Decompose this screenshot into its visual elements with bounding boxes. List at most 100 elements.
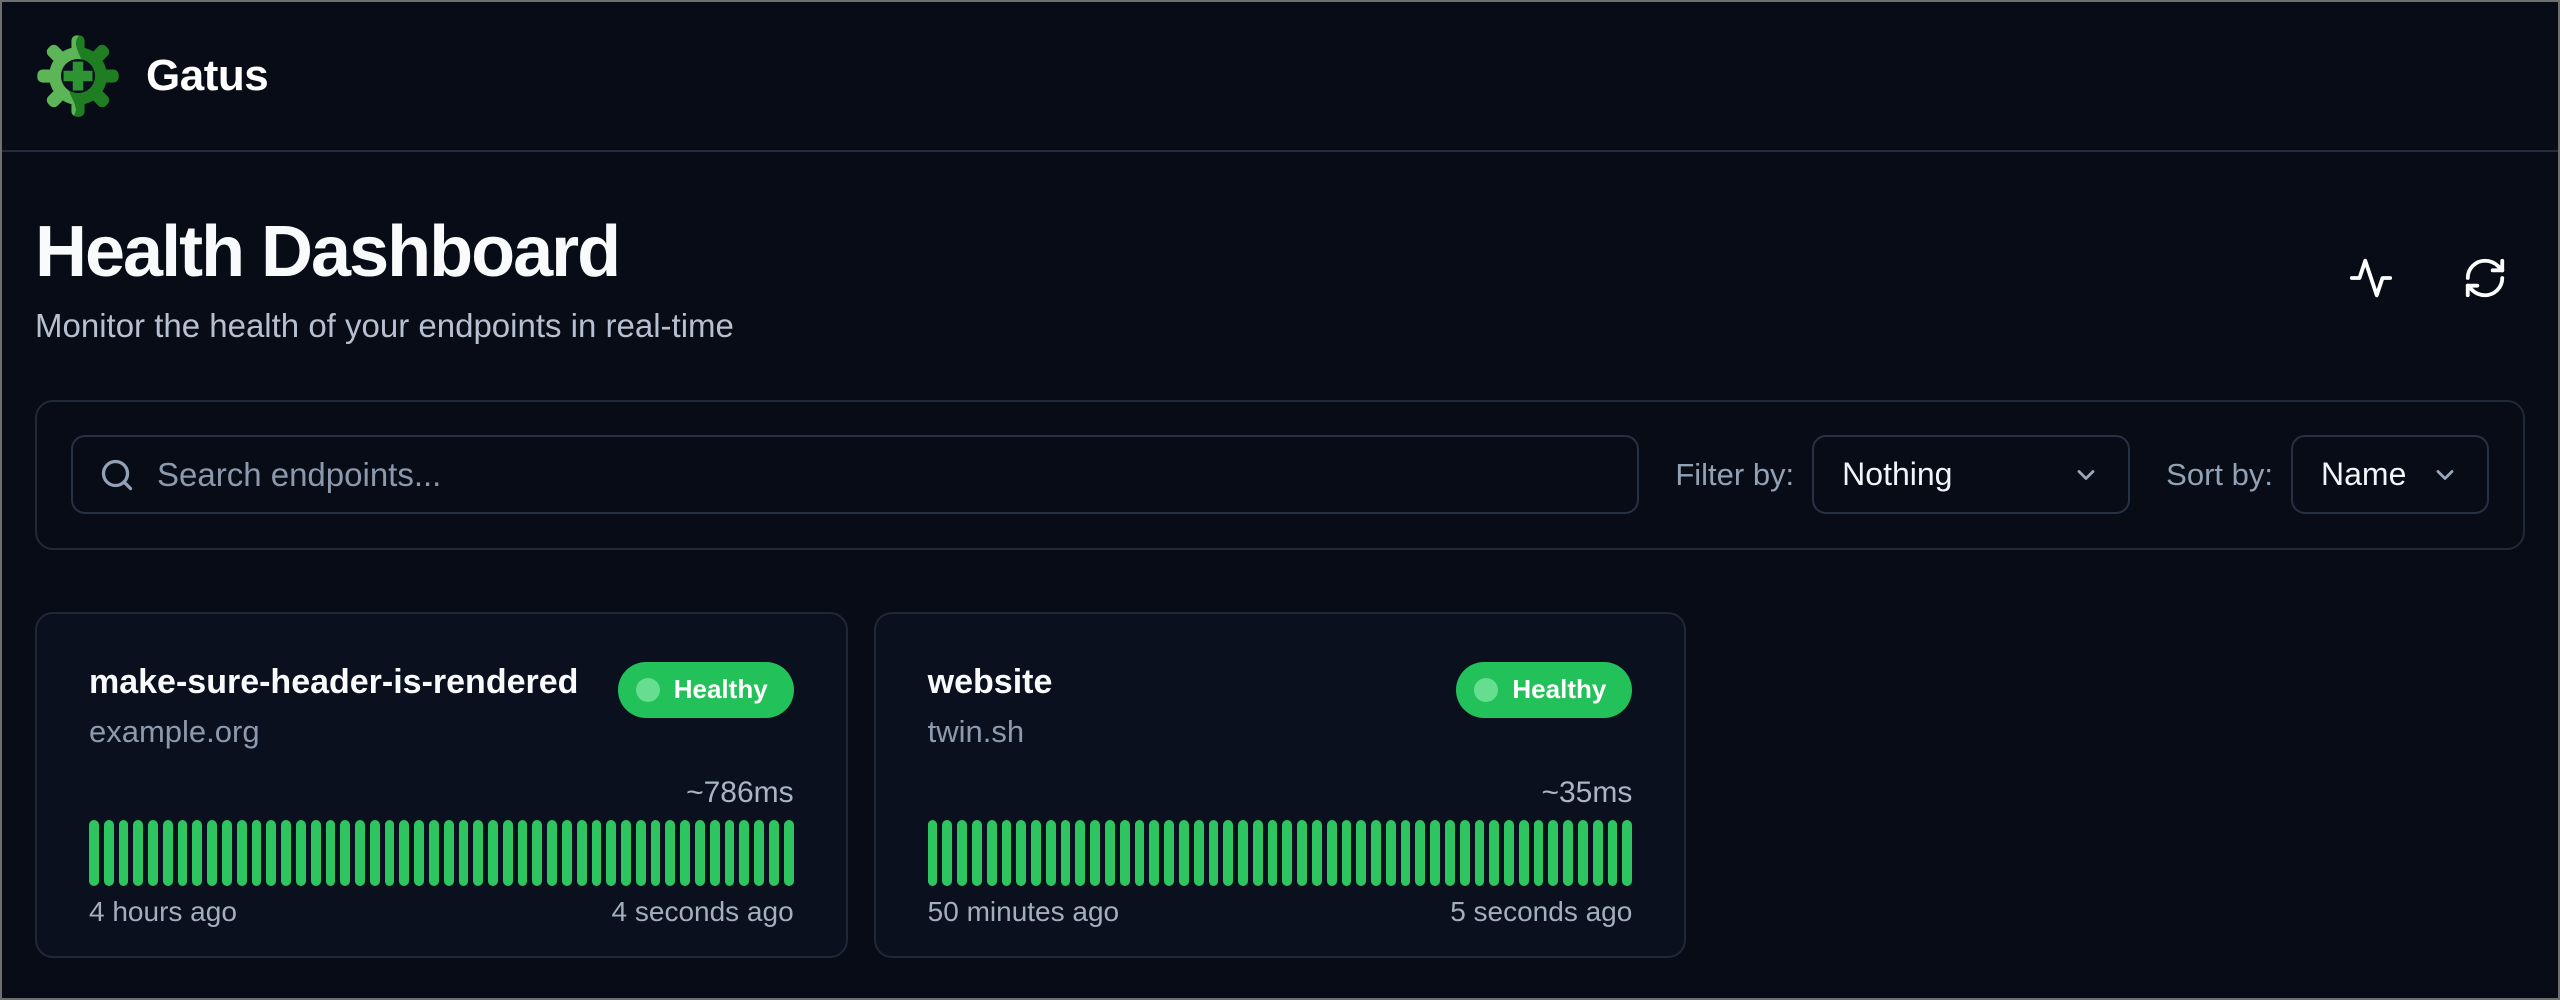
response-time-bar[interactable]	[1312, 820, 1322, 886]
response-time-bar[interactable]	[769, 820, 779, 886]
search-input[interactable]	[157, 456, 1611, 494]
refresh-icon[interactable]	[2461, 254, 2509, 302]
response-time-bar[interactable]	[326, 820, 336, 886]
endpoint-card[interactable]: make-sure-header-is-rendered example.org…	[35, 612, 848, 958]
response-time-bar[interactable]	[178, 820, 188, 886]
response-time-bar[interactable]	[1061, 820, 1071, 886]
response-time-bar[interactable]	[1489, 820, 1499, 886]
response-time-bar[interactable]	[1386, 820, 1396, 886]
response-time-bar[interactable]	[739, 820, 749, 886]
response-time-bar[interactable]	[680, 820, 690, 886]
response-time-bar[interactable]	[355, 820, 365, 886]
response-time-bar[interactable]	[1002, 820, 1012, 886]
response-time-bar[interactable]	[1075, 820, 1085, 886]
response-time-bar[interactable]	[1223, 820, 1233, 886]
response-time-bar[interactable]	[532, 820, 542, 886]
response-time-bar[interactable]	[1356, 820, 1366, 886]
response-time-bar[interactable]	[89, 820, 99, 886]
response-time-bar[interactable]	[1238, 820, 1248, 886]
response-time-bar[interactable]	[192, 820, 202, 886]
response-time-bar[interactable]	[754, 820, 764, 886]
response-time-bar[interactable]	[725, 820, 735, 886]
response-time-bar[interactable]	[104, 820, 114, 886]
response-time-bar[interactable]	[473, 820, 483, 886]
response-time-bar[interactable]	[547, 820, 557, 886]
response-time-bar[interactable]	[1149, 820, 1159, 886]
response-time-bar[interactable]	[695, 820, 705, 886]
response-time-bar[interactable]	[119, 820, 129, 886]
response-time-bar[interactable]	[1460, 820, 1470, 886]
response-time-bar[interactable]	[207, 820, 217, 886]
response-time-bar[interactable]	[311, 820, 321, 886]
response-time-bar[interactable]	[1179, 820, 1189, 886]
response-time-bar[interactable]	[1135, 820, 1145, 886]
gatus-logo-icon[interactable]	[36, 34, 120, 118]
response-time-bar[interactable]	[1297, 820, 1307, 886]
response-time-bar[interactable]	[957, 820, 967, 886]
response-time-bar[interactable]	[266, 820, 276, 886]
response-time-bar[interactable]	[385, 820, 395, 886]
response-time-bar[interactable]	[1519, 820, 1529, 886]
response-time-bar[interactable]	[503, 820, 513, 886]
response-time-bar[interactable]	[1622, 820, 1632, 886]
response-time-bar[interactable]	[606, 820, 616, 886]
response-time-bar[interactable]	[1090, 820, 1100, 886]
response-time-bar[interactable]	[1548, 820, 1558, 886]
response-time-bar[interactable]	[1031, 820, 1041, 886]
response-time-bar[interactable]	[1578, 820, 1588, 886]
response-time-bar[interactable]	[414, 820, 424, 886]
response-time-bar[interactable]	[370, 820, 380, 886]
response-time-bar[interactable]	[1593, 820, 1603, 886]
response-time-bar[interactable]	[1209, 820, 1219, 886]
response-time-bar[interactable]	[1105, 820, 1115, 886]
response-time-bar[interactable]	[665, 820, 675, 886]
response-time-bar[interactable]	[636, 820, 646, 886]
response-time-bar[interactable]	[488, 820, 498, 886]
response-time-bar[interactable]	[281, 820, 291, 886]
activity-pulse-icon[interactable]	[2347, 254, 2395, 302]
response-time-bar[interactable]	[1046, 820, 1056, 886]
response-time-bar[interactable]	[296, 820, 306, 886]
filter-select[interactable]: Nothing	[1812, 435, 2130, 514]
response-time-bar[interactable]	[252, 820, 262, 886]
response-time-bar[interactable]	[133, 820, 143, 886]
response-time-bar[interactable]	[148, 820, 158, 886]
response-time-bar[interactable]	[1253, 820, 1263, 886]
response-time-bar[interactable]	[1327, 820, 1337, 886]
response-time-bar[interactable]	[972, 820, 982, 886]
response-time-bar[interactable]	[340, 820, 350, 886]
response-time-bar[interactable]	[1415, 820, 1425, 886]
response-time-bar[interactable]	[237, 820, 247, 886]
response-time-bar[interactable]	[942, 820, 952, 886]
response-time-bar[interactable]	[1430, 820, 1440, 886]
response-time-bar[interactable]	[518, 820, 528, 886]
response-time-bar[interactable]	[987, 820, 997, 886]
response-time-bar[interactable]	[444, 820, 454, 886]
response-time-bar[interactable]	[1016, 820, 1026, 886]
response-time-bar[interactable]	[1608, 820, 1618, 886]
response-time-bar[interactable]	[1563, 820, 1573, 886]
response-time-bar[interactable]	[784, 820, 794, 886]
response-time-bar[interactable]	[1534, 820, 1544, 886]
response-time-bar[interactable]	[710, 820, 720, 886]
endpoint-card[interactable]: website twin.sh Healthy ~35ms 50 minutes…	[874, 612, 1687, 958]
response-time-bar[interactable]	[621, 820, 631, 886]
response-time-bar[interactable]	[429, 820, 439, 886]
response-time-bar[interactable]	[928, 820, 938, 886]
response-time-bar[interactable]	[1342, 820, 1352, 886]
response-time-bar[interactable]	[1475, 820, 1485, 886]
response-time-bar[interactable]	[1445, 820, 1455, 886]
response-time-bar[interactable]	[562, 820, 572, 886]
response-time-bar[interactable]	[459, 820, 469, 886]
response-time-bar[interactable]	[577, 820, 587, 886]
sort-select[interactable]: Name	[2291, 435, 2489, 514]
response-time-bar[interactable]	[1371, 820, 1381, 886]
response-time-bar[interactable]	[651, 820, 661, 886]
response-time-bar[interactable]	[592, 820, 602, 886]
response-time-bar[interactable]	[222, 820, 232, 886]
response-time-bar[interactable]	[399, 820, 409, 886]
response-time-bar[interactable]	[1164, 820, 1174, 886]
app-title[interactable]: Gatus	[146, 51, 268, 101]
response-time-bar[interactable]	[1268, 820, 1278, 886]
response-time-bar[interactable]	[1504, 820, 1514, 886]
